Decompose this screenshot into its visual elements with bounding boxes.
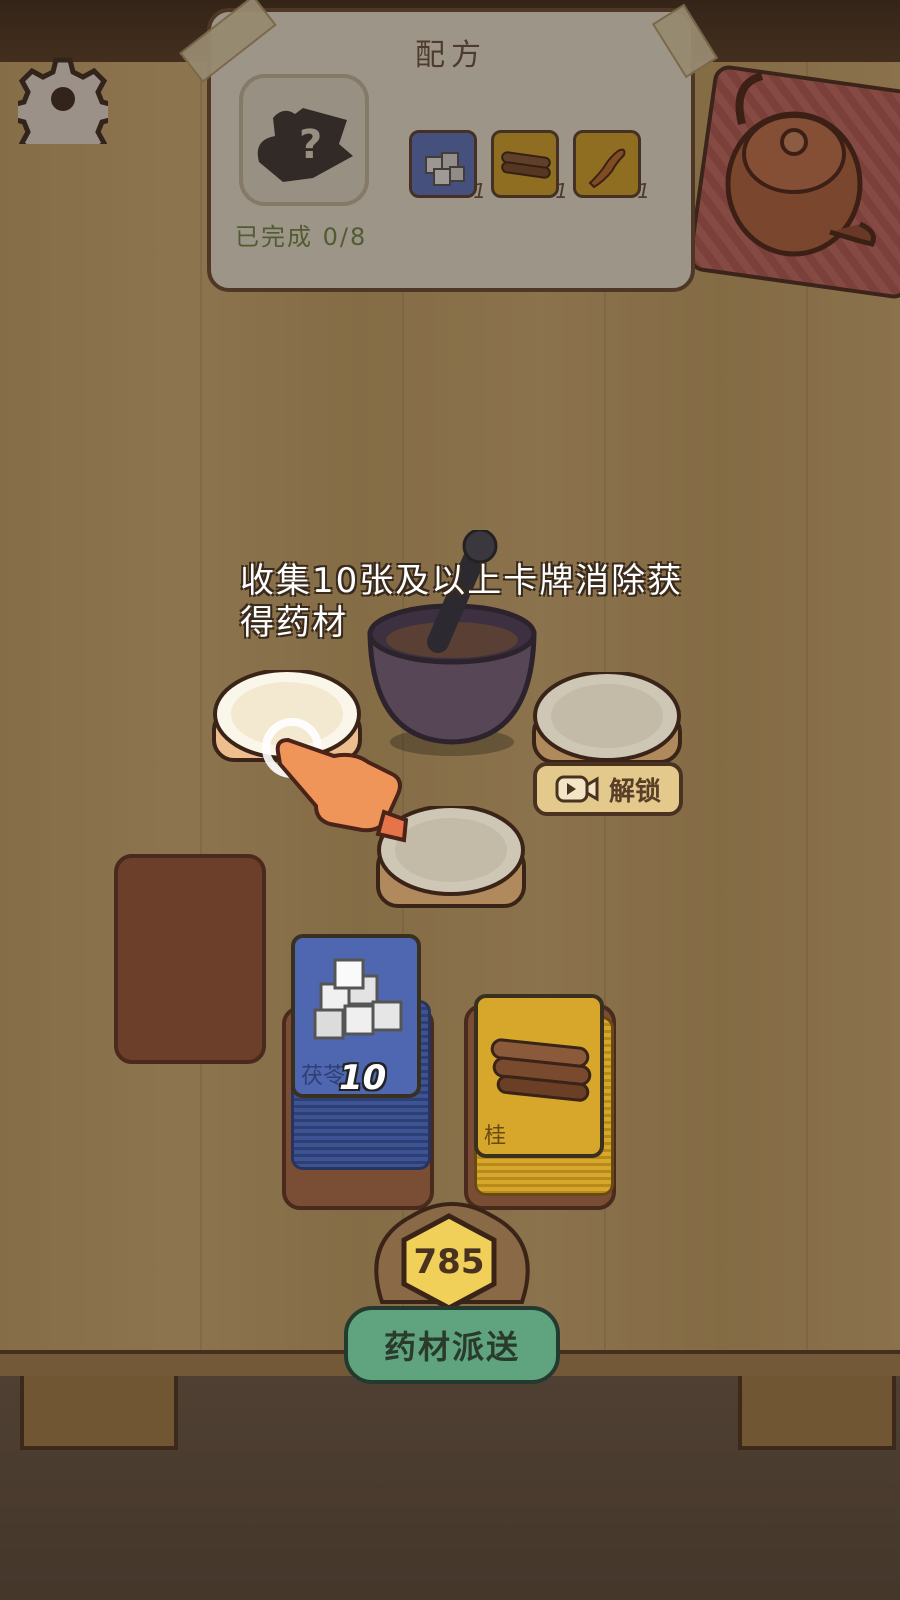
coin-value: 785 — [413, 1242, 485, 1282]
card-count: 10 — [339, 1058, 387, 1098]
mystery-recipe-slot[interactable]: ? — [239, 74, 369, 206]
ingredient-count: 1 — [473, 179, 486, 203]
recipe-title: 配方 — [415, 38, 487, 73]
unlock-label: 解锁 — [608, 776, 661, 807]
game-scene: 配方 ? 已完成 0/8 1 1 1 收集10张及以上卡牌消除获得药材 解锁 茯… — [0, 0, 900, 1600]
ginseng-root-icon — [588, 148, 626, 189]
ingredient-count: 1 — [637, 179, 650, 203]
video-icon — [555, 775, 599, 803]
table-leg — [738, 1376, 896, 1450]
ingredient-slot-1: 1 — [409, 130, 486, 203]
sugar-cubes-icon — [313, 958, 403, 1040]
mystery-question-mark: ? — [299, 122, 322, 168]
card-blue[interactable]: 茯苓 10 — [291, 934, 421, 1098]
card-yellow[interactable]: 桂 — [474, 994, 604, 1158]
cinnamon-bark-icon — [490, 1038, 592, 1102]
ingredient-count: 1 — [555, 179, 568, 203]
sugar-cubes-icon — [425, 152, 465, 186]
empty-card-stand[interactable] — [114, 854, 266, 1064]
tutorial-hint-text: 收集10张及以上卡牌消除获得药材 — [240, 561, 684, 643]
tutorial-hand-pointer-icon — [262, 718, 409, 843]
recipe-panel: 配方 ? 已完成 0/8 1 1 1 — [179, 0, 719, 292]
coin-counter: 785 — [396, 1212, 502, 1312]
card-label: 桂 — [484, 1124, 507, 1149]
deliver-herbs-button[interactable]: 药材派送 — [344, 1306, 560, 1384]
progress-text: 已完成 0/8 — [235, 223, 368, 251]
teapot-icon — [725, 72, 876, 257]
ingredient-slot-3: 1 — [573, 130, 650, 203]
table-leg — [20, 1376, 178, 1450]
deliver-label: 药材派送 — [383, 1328, 520, 1366]
settings-gear-icon[interactable] — [18, 54, 108, 144]
ingredient-slot-2: 1 — [491, 130, 568, 203]
mystery-silhouette-icon: ? — [257, 108, 353, 182]
cinnamon-bark-icon — [501, 151, 551, 179]
unlock-button[interactable]: 解锁 — [533, 762, 683, 816]
